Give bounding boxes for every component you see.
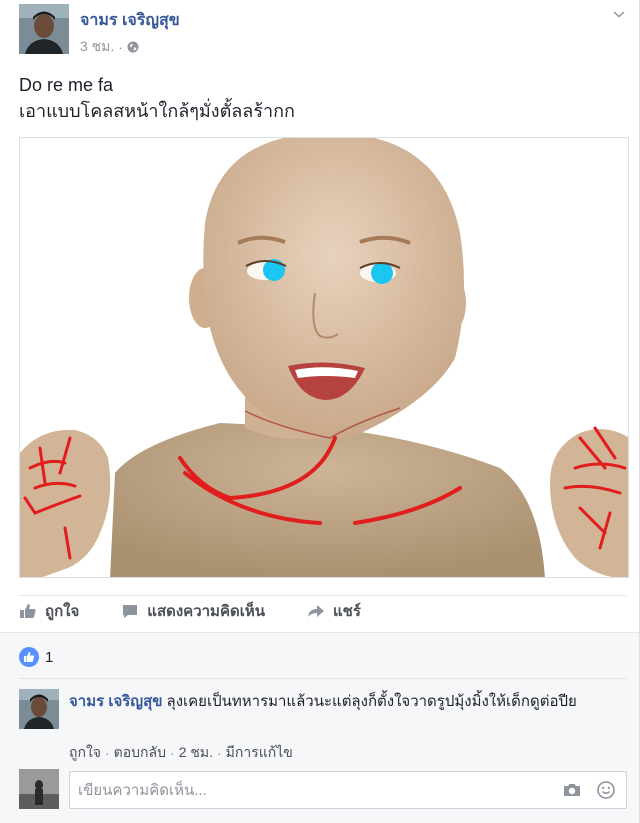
comment-input[interactable]: เขียนความคิดเห็น... xyxy=(69,771,627,809)
like-reaction-icon xyxy=(19,647,39,667)
comment-icon xyxy=(123,604,138,618)
viewer-avatar xyxy=(19,769,59,809)
globe-icon xyxy=(127,41,139,53)
post-card: จามร เจริญสุข 3 ชม. · Do re me fa เอาแบบ… xyxy=(0,0,640,823)
meta-dot-2: · xyxy=(170,745,175,761)
commenter-avatar[interactable] xyxy=(19,689,59,729)
like-label: ถูกใจ xyxy=(45,602,80,620)
meta-dot-3: · xyxy=(216,745,222,761)
thumbs-up-icon xyxy=(20,603,36,618)
post-header: จามร เจริญสุข 3 ชม. · xyxy=(19,4,627,55)
like-button[interactable]: ถูกใจ xyxy=(19,599,79,623)
share-arrow-icon xyxy=(307,604,324,617)
meta-separator: · xyxy=(118,39,123,55)
comment-text: ลุงเคยเป็นทหารมาแล้วนะแต่ลุงก็ตั้งใจวาดร… xyxy=(166,693,577,710)
reaction-summary[interactable]: 1 xyxy=(19,647,53,667)
comment-label: แสดงความคิดเห็น xyxy=(147,602,265,620)
composer-icons xyxy=(562,772,616,808)
feedback-section: 1 จามร เจริญสุข ลุงเคยเป็นทหารมาแล้วนะแต่… xyxy=(0,632,639,823)
comment-like-link[interactable]: ถูกใจ xyxy=(69,742,101,764)
comment-edited-link[interactable]: มีการแก้ไข xyxy=(226,742,293,764)
comment-composer: เขียนความคิดเห็น... xyxy=(19,769,627,809)
emoji-icon[interactable] xyxy=(596,780,616,800)
post-author-name[interactable]: จามร เจริญสุข xyxy=(80,8,180,33)
post-actions: ถูกใจ แสดงความคิดเห็น แชร์ xyxy=(19,595,627,625)
post-text: Do re me fa เอาแบบโคลสหน้าใกล้ๆมั่งตั้ลล… xyxy=(19,72,295,124)
comment-input-placeholder: เขียนความคิดเห็น... xyxy=(78,782,207,799)
reaction-count: 1 xyxy=(45,648,54,666)
post-text-line-2: เอาแบบโคลสหน้าใกล้ๆมั่งตั้ลลร้ากก xyxy=(19,101,295,121)
author-avatar[interactable] xyxy=(19,4,69,54)
post-meta: 3 ชม. · xyxy=(80,36,139,58)
comment-item: จามร เจริญสุข ลุงเคยเป็นทหารมาแล้วนะแต่ลุ… xyxy=(19,689,627,764)
comment-reply-link[interactable]: ตอบกลับ xyxy=(114,742,166,764)
commenter-name[interactable]: จามร เจริญสุข xyxy=(69,693,163,710)
feedback-divider xyxy=(19,678,627,679)
post-photo[interactable] xyxy=(19,137,629,578)
post-time[interactable]: 3 ชม. xyxy=(80,36,114,58)
comment-time[interactable]: 2 ชม. xyxy=(179,742,213,764)
comment-button[interactable]: แสดงความคิดเห็น xyxy=(121,599,265,623)
bald-figure-drawing xyxy=(20,138,628,577)
comment-body: จามร เจริญสุข ลุงเคยเป็นทหารมาแล้วนะแต่ลุ… xyxy=(69,691,627,713)
post-text-line-1: Do re me fa xyxy=(19,75,114,95)
comment-meta: ถูกใจ · ตอบกลับ · 2 ชม. · มีการแก้ไข xyxy=(69,742,293,764)
camera-icon[interactable] xyxy=(562,780,582,800)
meta-dot-1: · xyxy=(105,745,110,761)
share-label: แชร์ xyxy=(332,602,361,620)
share-button[interactable]: แชร์ xyxy=(307,599,361,623)
chevron-down-icon[interactable] xyxy=(611,6,627,22)
